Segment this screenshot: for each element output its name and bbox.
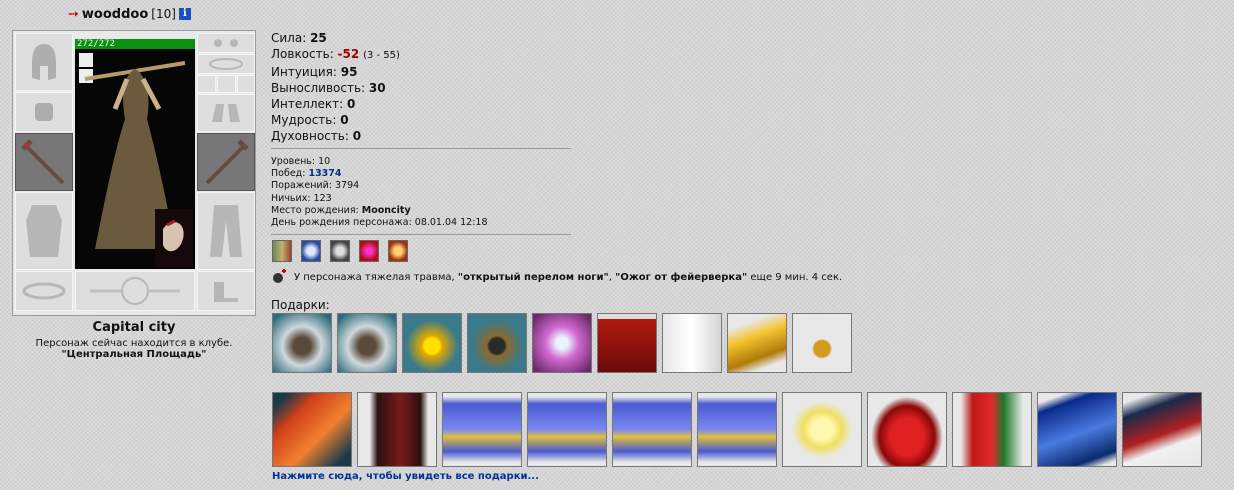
stat-agility: Ловкость: -52 (3 - 55) <box>271 47 400 61</box>
shield-red-icon[interactable] <box>359 240 379 262</box>
emblem-icon <box>90 277 180 305</box>
gifts-label: Подарки: <box>271 298 330 312</box>
weapon-slot-right[interactable] <box>197 133 255 191</box>
gift-bags-icon[interactable] <box>952 392 1032 467</box>
city-name: Capital city <box>92 320 176 335</box>
info-icon[interactable]: i <box>178 8 191 20</box>
red-bags-icon[interactable] <box>867 392 947 467</box>
boots-icon <box>214 282 238 302</box>
character-portrait: 272/272 <box>75 39 195 269</box>
info-losses: Поражений: 3794 <box>271 180 360 192</box>
weapon-slot-left[interactable] <box>15 133 73 191</box>
stat-endurance: Выносливость: 30 <box>271 81 386 95</box>
crutch-icon <box>21 139 65 185</box>
stat-wisdom: Мудрость: 0 <box>271 113 349 127</box>
glass-gift-icon[interactable] <box>662 313 722 373</box>
character-figure-icon <box>79 53 193 267</box>
red-gift-box-icon[interactable] <box>272 392 352 467</box>
divider <box>271 234 571 235</box>
character-level: [10] <box>151 7 176 21</box>
belt-slot[interactable] <box>15 271 73 311</box>
character-header: ➙ wooddoo [10] i <box>68 6 191 22</box>
amulet-slot[interactable] <box>197 54 255 74</box>
new-year-card-icon[interactable] <box>1037 392 1117 467</box>
helmet-icon <box>32 44 56 80</box>
earring-icon <box>214 39 238 47</box>
badges-row <box>272 240 408 262</box>
crutch-icon <box>205 139 249 185</box>
stat-intellect: Интеллект: 0 <box>271 97 356 111</box>
stat-strength: Сила: 25 <box>271 31 327 45</box>
hp-bar: 272/272 <box>75 39 195 49</box>
earring-slot[interactable] <box>197 33 255 53</box>
shield-orange-icon[interactable] <box>388 240 408 262</box>
new-year-card-2-icon[interactable] <box>1122 392 1202 467</box>
red-banner-gift-icon[interactable] <box>597 313 657 373</box>
ring-slot-1[interactable] <box>197 75 216 93</box>
info-level: Уровень: 10 <box>271 156 331 167</box>
helmet-slot[interactable] <box>15 33 73 91</box>
ring-slot-3[interactable] <box>237 75 255 93</box>
shield-blue-icon[interactable] <box>301 240 321 262</box>
medal-gift-icon[interactable] <box>792 313 852 373</box>
trauma-icon <box>273 269 286 283</box>
amulet-icon <box>209 58 243 70</box>
coin-jar-icon[interactable] <box>612 392 692 467</box>
guild-badge-icon[interactable] <box>272 240 292 262</box>
gold-bars-gift-icon[interactable] <box>727 313 787 373</box>
leggings-icon <box>210 205 242 257</box>
coin-jar-icon[interactable] <box>527 392 607 467</box>
info-draws: Ничьих: 123 <box>271 192 332 204</box>
club-emblem <box>75 271 195 311</box>
trauma-text: У персонажа тяжелая травма, "открытый пе… <box>294 271 843 283</box>
leggings-slot[interactable] <box>197 192 255 270</box>
stats-list: Сила: 25 Ловкость: -52 (3 - 55) Интуиция… <box>271 30 400 144</box>
gift-bag-icon[interactable] <box>357 392 437 467</box>
character-panel: 272/272 <box>12 30 256 316</box>
coin-jar-icon[interactable] <box>442 392 522 467</box>
hedgehog-gift-icon[interactable] <box>337 313 397 373</box>
all-gifts-link[interactable]: Нажмите сюда, чтобы увидеть все подарки.… <box>272 471 539 482</box>
shield-gray-icon[interactable] <box>330 240 350 262</box>
belt-icon <box>22 282 66 300</box>
gloves-slot[interactable] <box>197 94 255 132</box>
character-nickname: wooddoo <box>81 6 149 22</box>
flower-egg-icon[interactable] <box>782 392 862 467</box>
boots-slot[interactable] <box>197 271 255 311</box>
armor-icon <box>26 205 62 257</box>
bracer-icon <box>35 103 53 121</box>
divider <box>271 148 571 149</box>
armor-slot[interactable] <box>15 192 73 270</box>
stat-intuition: Интуиция: 95 <box>271 65 358 79</box>
gloves-icon <box>212 104 240 122</box>
stat-spirituality: Духовность: 0 <box>271 129 362 143</box>
smiley-gift-icon[interactable] <box>402 313 462 373</box>
ring-box-gift-icon[interactable] <box>467 313 527 373</box>
hedgehog-gift-icon[interactable] <box>272 313 332 373</box>
info-birthday: День рождения персонажа: 08.01.04 12:18 <box>271 217 488 229</box>
location-status: Персонаж сейчас находится в клубе. <box>35 338 233 349</box>
room-name: "Центральная Площадь" <box>61 349 207 360</box>
ring-slot-2[interactable] <box>217 75 236 93</box>
location-block: Capital city Персонаж сейчас находится в… <box>12 320 256 360</box>
arrow-icon[interactable]: ➙ <box>68 7 79 22</box>
pendant-gift-icon[interactable] <box>532 313 592 373</box>
trauma-status: У персонажа тяжелая травма, "открытый пе… <box>272 269 842 285</box>
info-birthplace: Место рождения: Mooncity <box>271 204 411 216</box>
coin-jar-icon[interactable] <box>697 392 777 467</box>
info-wins: Побед: 13374 <box>271 168 342 180</box>
character-info: Уровень: 10 Побед: 13374 Поражений: 3794… <box>271 156 488 229</box>
bracer-slot[interactable] <box>15 92 73 132</box>
